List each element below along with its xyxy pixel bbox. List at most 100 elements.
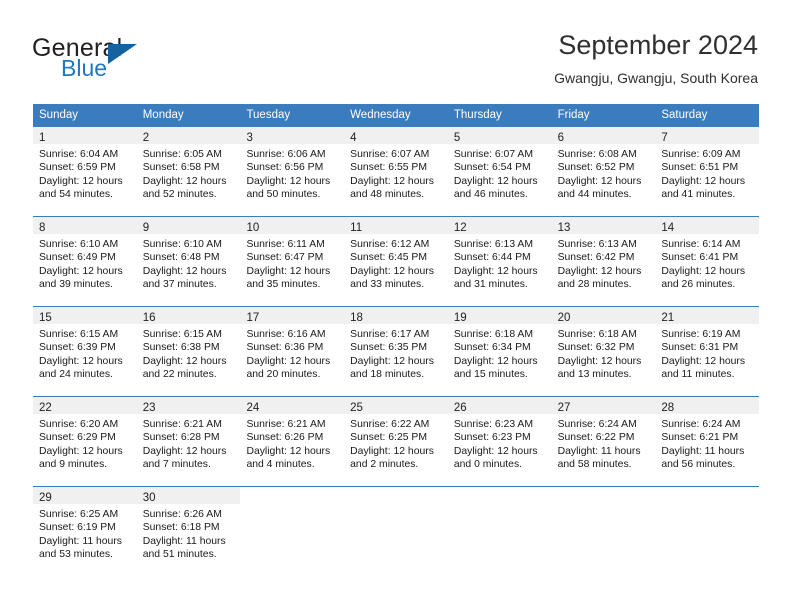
day-cell[interactable]: 8 Sunrise: 6:10 AM Sunset: 6:49 PM Dayli… (33, 217, 137, 306)
daylight-text-line1: Daylight: 12 hours (246, 175, 331, 187)
day-cell[interactable]: 27 Sunrise: 6:24 AM Sunset: 6:22 PM Dayl… (551, 397, 656, 486)
sunrise-text: Sunrise: 6:06 AM (246, 149, 326, 160)
brand-logo[interactable]: General Blue (32, 34, 242, 84)
sunset-text: Sunset: 6:28 PM (142, 432, 220, 444)
day-number: 1 (39, 132, 46, 144)
day-cell[interactable]: 20 Sunrise: 6:18 AM Sunset: 6:32 PM Dayl… (551, 307, 656, 396)
day-cell[interactable]: 29 Sunrise: 6:25 AM Sunset: 6:19 PM Dayl… (33, 487, 137, 576)
day-number-band: 2 (136, 127, 241, 144)
day-number: 17 (246, 312, 260, 324)
daylight-text-line2: and 7 minutes. (142, 459, 211, 471)
day-cell[interactable]: 26 Sunrise: 6:23 AM Sunset: 6:23 PM Dayl… (447, 397, 552, 486)
sunrise-text: Sunrise: 6:23 AM (453, 419, 534, 430)
sunset-text: Sunset: 6:41 PM (661, 252, 739, 264)
daylight-text-line1: Daylight: 12 hours (246, 265, 331, 277)
day-cell[interactable]: 15 Sunrise: 6:15 AM Sunset: 6:39 PM Dayl… (33, 307, 137, 396)
daylight-text-line2: and 44 minutes. (557, 189, 632, 201)
day-cell-empty (551, 487, 656, 576)
day-number-band: 3 (240, 127, 345, 144)
daylight-text-line2: and 48 minutes. (350, 189, 425, 201)
daylight-text-line2: and 0 minutes. (453, 459, 523, 471)
day-details: Sunrise: 6:09 AM Sunset: 6:51 PM Dayligh… (655, 144, 759, 202)
day-cell[interactable]: 11 Sunrise: 6:12 AM Sunset: 6:45 PM Dayl… (344, 217, 448, 306)
sunrise-text: Sunrise: 6:15 AM (39, 329, 119, 340)
day-number-band: 18 (344, 307, 448, 324)
day-cell[interactable]: 6 Sunrise: 6:08 AM Sunset: 6:52 PM Dayli… (551, 127, 656, 216)
sunset-text: Sunset: 6:21 PM (661, 432, 739, 444)
day-cell[interactable]: 1 Sunrise: 6:04 AM Sunset: 6:59 PM Dayli… (33, 127, 137, 216)
sunset-text: Sunset: 6:23 PM (453, 432, 531, 444)
day-cell[interactable]: 13 Sunrise: 6:13 AM Sunset: 6:42 PM Dayl… (551, 217, 656, 306)
daylight-text-line2: and 46 minutes. (453, 189, 528, 201)
daylight-text-line2: and 26 minutes. (661, 279, 736, 291)
day-number-band: 8 (33, 217, 137, 234)
day-number: 8 (39, 222, 46, 234)
day-cell[interactable]: 2 Sunrise: 6:05 AM Sunset: 6:58 PM Dayli… (136, 127, 241, 216)
day-cell[interactable]: 25 Sunrise: 6:22 AM Sunset: 6:25 PM Dayl… (344, 397, 448, 486)
sunset-text: Sunset: 6:18 PM (142, 522, 220, 534)
day-number: 12 (453, 222, 467, 234)
daylight-text-line2: and 53 minutes. (39, 549, 113, 561)
daylight-text-line2: and 39 minutes. (39, 279, 113, 291)
day-cell[interactable]: 19 Sunrise: 6:18 AM Sunset: 6:34 PM Dayl… (447, 307, 552, 396)
sunset-text: Sunset: 6:45 PM (350, 252, 427, 264)
day-cell[interactable]: 22 Sunrise: 6:20 AM Sunset: 6:29 PM Dayl… (33, 397, 137, 486)
day-cell[interactable]: 10 Sunrise: 6:11 AM Sunset: 6:47 PM Dayl… (240, 217, 345, 306)
day-cell[interactable]: 30 Sunrise: 6:26 AM Sunset: 6:18 PM Dayl… (136, 487, 241, 576)
daylight-text-line1: Daylight: 12 hours (142, 445, 227, 457)
daylight-text-line1: Daylight: 11 hours (142, 535, 226, 547)
daylight-text-line1: Daylight: 12 hours (453, 175, 538, 187)
week-row: 15 Sunrise: 6:15 AM Sunset: 6:39 PM Dayl… (33, 306, 760, 396)
sunset-text: Sunset: 6:29 PM (39, 432, 116, 444)
day-cell[interactable]: 18 Sunrise: 6:17 AM Sunset: 6:35 PM Dayl… (344, 307, 448, 396)
day-cell[interactable]: 5 Sunrise: 6:07 AM Sunset: 6:54 PM Dayli… (447, 127, 552, 216)
day-details: Sunrise: 6:25 AM Sunset: 6:19 PM Dayligh… (33, 504, 137, 562)
day-cell[interactable]: 7 Sunrise: 6:09 AM Sunset: 6:51 PM Dayli… (655, 127, 760, 216)
day-cell[interactable]: 17 Sunrise: 6:16 AM Sunset: 6:36 PM Dayl… (240, 307, 345, 396)
weekday-header-friday: Friday (557, 109, 590, 121)
day-number-band (240, 487, 345, 504)
day-cell[interactable]: 16 Sunrise: 6:15 AM Sunset: 6:38 PM Dayl… (136, 307, 241, 396)
day-number-band: 4 (344, 127, 448, 144)
sunrise-text: Sunrise: 6:05 AM (142, 149, 222, 160)
daylight-text-line2: and 50 minutes. (246, 189, 321, 201)
day-cell[interactable]: 4 Sunrise: 6:07 AM Sunset: 6:55 PM Dayli… (344, 127, 448, 216)
day-number: 4 (350, 132, 357, 144)
daylight-text-line2: and 20 minutes. (246, 369, 321, 381)
sunset-text: Sunset: 6:31 PM (661, 342, 739, 354)
day-cell[interactable]: 21 Sunrise: 6:19 AM Sunset: 6:31 PM Dayl… (655, 307, 760, 396)
day-details: Sunrise: 6:11 AM Sunset: 6:47 PM Dayligh… (240, 234, 344, 292)
day-number-band: 21 (655, 307, 760, 324)
day-cell[interactable]: 9 Sunrise: 6:10 AM Sunset: 6:48 PM Dayli… (136, 217, 241, 306)
daylight-text-line2: and 51 minutes. (142, 549, 217, 561)
day-cell[interactable]: 24 Sunrise: 6:21 AM Sunset: 6:26 PM Dayl… (240, 397, 345, 486)
day-number-band: 23 (136, 397, 241, 414)
sunrise-text: Sunrise: 6:25 AM (39, 509, 119, 520)
day-cell[interactable]: 28 Sunrise: 6:24 AM Sunset: 6:21 PM Dayl… (655, 397, 760, 486)
day-details: Sunrise: 6:26 AM Sunset: 6:18 PM Dayligh… (137, 504, 241, 562)
day-cell[interactable]: 23 Sunrise: 6:21 AM Sunset: 6:28 PM Dayl… (136, 397, 241, 486)
day-cell[interactable]: 3 Sunrise: 6:06 AM Sunset: 6:56 PM Dayli… (240, 127, 345, 216)
daylight-text-line1: Daylight: 12 hours (557, 355, 642, 367)
day-details: Sunrise: 6:10 AM Sunset: 6:49 PM Dayligh… (33, 234, 137, 292)
week-row: 22 Sunrise: 6:20 AM Sunset: 6:29 PM Dayl… (33, 396, 760, 486)
weekday-header-wednesday: Wednesday (350, 109, 411, 121)
weekday-header-saturday: Saturday (661, 109, 708, 121)
sunset-text: Sunset: 6:39 PM (39, 342, 116, 354)
day-cell[interactable]: 14 Sunrise: 6:14 AM Sunset: 6:41 PM Dayl… (655, 217, 760, 306)
daylight-text-line2: and 11 minutes. (661, 369, 735, 381)
day-number: 5 (453, 132, 461, 144)
triangle-flag-icon (108, 44, 137, 64)
day-cell[interactable]: 12 Sunrise: 6:13 AM Sunset: 6:44 PM Dayl… (447, 217, 552, 306)
day-number-band: 29 (33, 487, 137, 504)
day-number: 6 (557, 132, 564, 144)
daylight-text-line1: Daylight: 11 hours (661, 445, 745, 457)
day-number-band: 17 (240, 307, 345, 324)
sunrise-text: Sunrise: 6:07 AM (453, 149, 534, 160)
day-number: 18 (350, 312, 363, 324)
day-details: Sunrise: 6:15 AM Sunset: 6:38 PM Dayligh… (137, 324, 241, 382)
daylight-text-line2: and 9 minutes. (39, 459, 108, 471)
daylight-text-line1: Daylight: 12 hours (350, 355, 434, 367)
sunrise-text: Sunrise: 6:11 AM (246, 239, 325, 250)
daylight-text-line2: and 22 minutes. (142, 369, 217, 381)
